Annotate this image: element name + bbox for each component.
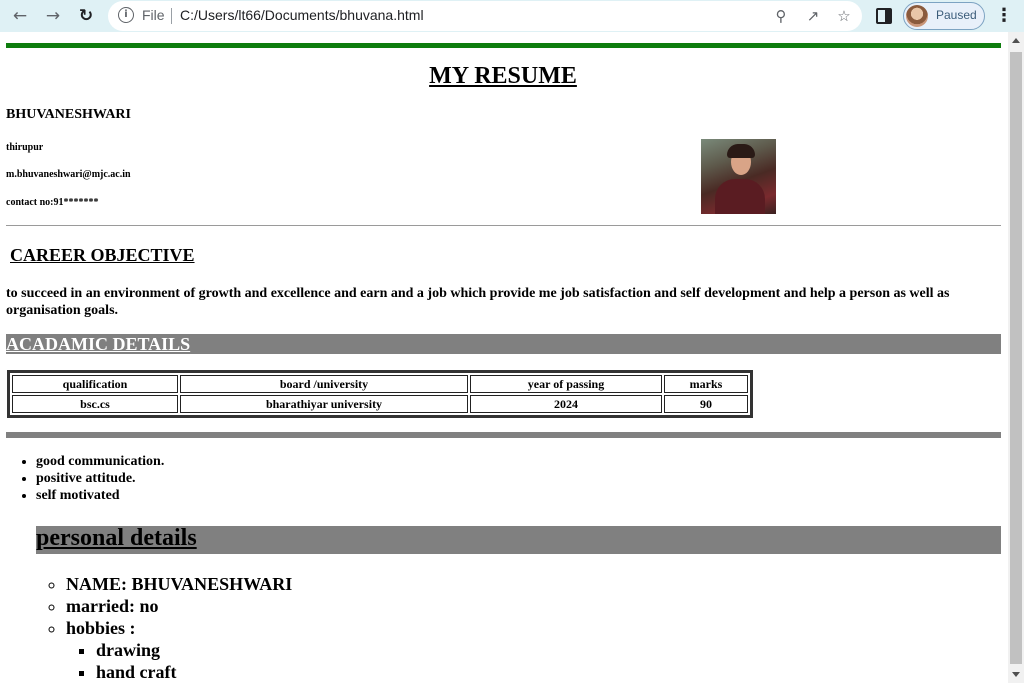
table-header-cell: marks [664, 375, 748, 393]
personal-details-band: personal details [36, 525, 1001, 554]
table-cell: 90 [664, 395, 748, 413]
list-item: self motivated [36, 487, 164, 504]
scroll-up-arrow-icon[interactable] [1012, 38, 1020, 43]
side-panel-icon[interactable] [876, 8, 892, 24]
detail-text: hobbies : [66, 618, 136, 638]
scroll-thumb[interactable] [1010, 52, 1022, 664]
address-bar[interactable]: i File C:/Users/lt66/Documents/bhuvana.h… [108, 1, 862, 31]
city: thirupur [6, 142, 44, 153]
personal-details-heading: personal details [36, 525, 197, 551]
list-item: NAME: BHUVANESHWARI [66, 573, 292, 595]
scroll-down-arrow-icon[interactable] [1012, 672, 1020, 677]
table-header-row: qualification board /university year of … [12, 375, 748, 393]
profile-photo [701, 139, 776, 214]
list-item: good communication. [36, 453, 164, 470]
list-item: hand craft [96, 661, 292, 683]
share-icon[interactable]: ↗ [802, 5, 824, 27]
table-header-cell: year of passing [470, 375, 662, 393]
bookmark-star-icon[interactable]: ☆ [833, 5, 855, 27]
file-scheme-label: File [142, 7, 165, 23]
table-cell: 2024 [470, 395, 662, 413]
vertical-scrollbar[interactable] [1008, 32, 1024, 683]
back-arrow-icon[interactable]: ← [8, 4, 32, 28]
skills-list: good communication. positive attitude. s… [36, 453, 164, 504]
email: m.bhuvaneshwari@mjc.ac.in [6, 169, 131, 180]
table-header-cell: qualification [12, 375, 178, 393]
academic-table: qualification board /university year of … [7, 370, 753, 418]
address-separator [171, 8, 172, 24]
list-item: drawing [96, 639, 292, 661]
kebab-menu-icon[interactable]: ⋮ [995, 4, 1013, 28]
hobbies-list: drawing hand craft [66, 639, 292, 683]
career-objective-heading: CAREER OBJECTIVE [10, 245, 195, 265]
detail-text: married: no [66, 596, 159, 616]
avatar [906, 5, 928, 27]
list-item: hobbies : drawing hand craft [66, 617, 292, 683]
page-content: MY RESUME BHUVANESHWARI thirupur m.bhuva… [0, 32, 1008, 683]
table-row: bsc.cs bharathiyar university 2024 90 [12, 395, 748, 413]
reload-icon[interactable]: ↻ [74, 4, 98, 28]
personal-details-list: NAME: BHUVANESHWARI married: no hobbies … [66, 573, 292, 683]
academic-details-heading: ACADAMIC DETAILS [6, 334, 191, 354]
url-text[interactable]: C:/Users/lt66/Documents/bhuvana.html [180, 7, 424, 23]
browser-toolbar: ← → ↻ i File C:/Users/lt66/Documents/bhu… [0, 0, 1024, 32]
academic-details-band: ACADAMIC DETAILS [6, 334, 1001, 354]
divider [6, 225, 1001, 226]
table-cell: bsc.cs [12, 395, 178, 413]
info-icon[interactable]: i [118, 7, 134, 23]
profile-status: Paused [936, 8, 977, 22]
section-divider-bar [6, 432, 1001, 438]
table-header-cell: board /university [180, 375, 468, 393]
detail-text: NAME: BHUVANESHWARI [66, 574, 293, 594]
candidate-name: BHUVANESHWARI [6, 107, 131, 122]
career-objective-text: to succeed in an environment of growth a… [6, 286, 950, 318]
contact-number: contact no:91******* [6, 197, 99, 208]
profile-button[interactable]: Paused [903, 2, 985, 30]
forward-arrow-icon[interactable]: → [41, 4, 65, 28]
zoom-icon[interactable]: ⚲ [770, 5, 792, 27]
top-rule [6, 43, 1001, 48]
table-cell: bharathiyar university [180, 395, 468, 413]
list-item: positive attitude. [36, 470, 164, 487]
page-title: MY RESUME [429, 63, 577, 89]
list-item: married: no [66, 595, 292, 617]
